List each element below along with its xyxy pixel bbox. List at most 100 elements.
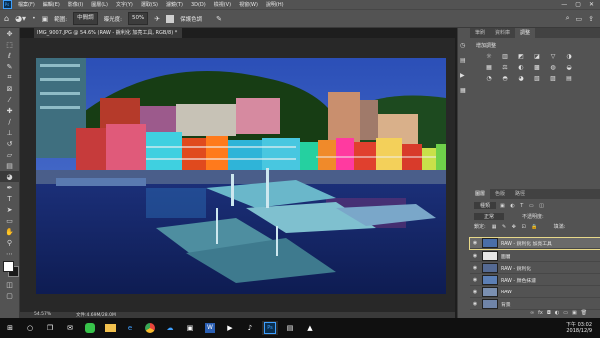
chrome-browser-icon[interactable] (142, 321, 158, 335)
layer-row[interactable]: ◉ 圖層 (470, 251, 600, 262)
dodge-tool-preset-icon[interactable]: ◕▾ (15, 14, 26, 23)
brush-settings-icon[interactable]: ▣ (42, 15, 49, 23)
tab-paths[interactable]: 路徑 (510, 189, 530, 199)
share-icon[interactable]: ⇪ (588, 15, 600, 23)
menu-window[interactable]: 視窗(W) (235, 1, 262, 8)
menu-edit[interactable]: 編輯(E) (39, 1, 64, 8)
filmstrip-app-icon[interactable]: ▤ (282, 321, 298, 335)
document-tab[interactable]: IMG_9007.JPG @ 54.6% (RAW - 銳利化 加亮工具, RG… (34, 28, 182, 38)
video-app-icon[interactable]: ▶ (222, 321, 238, 335)
shadows-highlights-icon[interactable]: ▨ (548, 74, 558, 82)
pressure-icon[interactable]: ✎ (216, 15, 222, 23)
history-brush-tool-icon[interactable]: ↺ (0, 138, 19, 149)
word-icon[interactable]: W (202, 321, 218, 335)
tab-libraries[interactable]: 資料庫 (490, 28, 515, 38)
new-group-icon[interactable]: ▭ (563, 310, 568, 316)
range-select[interactable]: 中間調 (73, 12, 98, 25)
mail-icon[interactable]: ✉ (62, 321, 78, 335)
path-select-tool-icon[interactable]: ➤ (0, 204, 19, 215)
vibrance-icon[interactable]: ▽ (548, 52, 558, 60)
layer-name[interactable]: RAW (501, 290, 512, 295)
blend-mode-select[interactable]: 正常 (474, 213, 505, 220)
layer-style-icon[interactable]: fx (538, 310, 543, 316)
airbrush-icon[interactable]: ✈ (154, 15, 160, 23)
canvas-image[interactable] (36, 58, 446, 294)
eye-icon[interactable]: ◉ (470, 240, 480, 246)
maximize-button[interactable]: ▢ (575, 1, 581, 8)
hdr-toning-icon[interactable]: ▤ (564, 74, 574, 82)
tab-adjustments[interactable]: 調整 (515, 28, 536, 38)
exposure-icon[interactable]: ◪ (532, 52, 542, 60)
shape-tool-icon[interactable]: ▭ (0, 215, 19, 226)
menu-help[interactable]: 說明(H) (262, 1, 288, 8)
sound-app-icon[interactable]: ♪ (242, 321, 258, 335)
layer-name[interactable]: RAW - 銳利化 加亮工具 (501, 240, 552, 247)
menu-image[interactable]: 影像(I) (64, 1, 87, 8)
color-swatches[interactable] (0, 259, 19, 279)
eye-icon[interactable]: ◉ (470, 301, 480, 307)
tab-layers[interactable]: 圖層 (470, 189, 491, 199)
lasso-tool-icon[interactable]: ℓ (0, 50, 19, 61)
zoom-level[interactable]: 54.57% (34, 312, 51, 317)
delete-layer-icon[interactable]: 🗑 (581, 310, 587, 316)
brush-tool-icon[interactable]: ∕ (0, 116, 19, 127)
add-mask-icon[interactable]: ◘ (547, 310, 551, 316)
foreground-color-swatch[interactable] (3, 261, 14, 272)
color-balance-icon[interactable]: ▦ (484, 63, 494, 71)
actions-panel-icon[interactable]: ▶ (460, 72, 468, 79)
new-layer-icon[interactable]: ▣ (572, 310, 577, 316)
eye-icon[interactable]: ◉ (470, 265, 480, 271)
layer-name[interactable]: 背景 (501, 301, 511, 308)
swatches-panel-icon[interactable]: ▦ (460, 87, 468, 94)
more-tools-icon[interactable]: ⋯ (0, 248, 19, 259)
system-clock[interactable]: 下午 03:02 2018/12/9 (566, 322, 600, 334)
marquee-tool-icon[interactable]: ⬚ (0, 39, 19, 50)
hue-saturation-icon[interactable]: ◑ (564, 52, 574, 60)
healing-brush-tool-icon[interactable]: ✚ (0, 105, 19, 116)
tab-channels[interactable]: 色版 (490, 189, 510, 199)
pen-tool-icon[interactable]: ✒ (0, 182, 19, 193)
gradient-map-icon[interactable]: ▧ (532, 74, 542, 82)
layer-row[interactable]: ◉ RAW - 顏色抹濾 (470, 275, 600, 286)
menu-select[interactable]: 選取(S) (137, 1, 162, 8)
levels-icon[interactable]: ▥ (500, 52, 510, 60)
clone-stamp-tool-icon[interactable]: ⊥ (0, 127, 19, 138)
curves-icon[interactable]: ◩ (516, 52, 526, 60)
layer-row[interactable]: ◉ RAW (470, 287, 600, 298)
channel-mixer-icon[interactable]: ▩ (532, 63, 542, 71)
workspace-icon[interactable]: ▭ (576, 15, 583, 23)
properties-panel-icon[interactable]: ▤ (460, 57, 468, 64)
eye-icon[interactable]: ◉ (470, 289, 480, 295)
exposure-input[interactable]: 50% (127, 12, 149, 25)
color-lookup-icon[interactable]: ◍ (548, 63, 558, 71)
onedrive-icon[interactable]: ☁ (162, 321, 178, 335)
gradient-tool-icon[interactable]: ▤ (0, 160, 19, 171)
posterize-icon[interactable]: ◔ (484, 74, 494, 82)
windows-start-icon[interactable]: ⊞ (2, 321, 18, 335)
search-icon[interactable]: ⌕ (566, 14, 570, 23)
layer-row[interactable]: ◉ RAW - 銳利化 加亮工具 (469, 237, 600, 250)
photo-filter-icon[interactable]: ◐ (516, 63, 526, 71)
search-icon[interactable]: ○ (22, 321, 38, 335)
photos-app-icon[interactable]: ▲ (302, 321, 318, 335)
quick-select-tool-icon[interactable]: ✎ (0, 61, 19, 72)
layer-name[interactable]: RAW - 顏色抹濾 (501, 277, 536, 284)
filter-icons[interactable]: ▣ ◐ T ▭ ◫ (500, 203, 546, 209)
layer-row[interactable]: ◉ 背景 (470, 299, 600, 310)
task-view-icon[interactable]: ❐ (42, 321, 58, 335)
photoshop-taskbar-icon[interactable]: Ps (262, 321, 278, 335)
move-tool-icon[interactable]: ✥ (0, 28, 19, 39)
menu-type[interactable]: 文字(Y) (112, 1, 137, 8)
eyedropper-tool-icon[interactable]: ⁄ (0, 94, 19, 105)
link-layers-icon[interactable]: ∞ (530, 310, 534, 316)
history-panel-icon[interactable]: ◷ (460, 42, 468, 49)
adjustment-layer-icon[interactable]: ◐ (555, 310, 559, 316)
edge-browser-icon[interactable]: e (122, 321, 138, 335)
layer-name[interactable]: 圖層 (501, 253, 511, 260)
tab-brush[interactable]: 筆刷 (470, 28, 490, 38)
frame-tool-icon[interactable]: ⊠ (0, 83, 19, 94)
minimize-button[interactable]: — (561, 1, 567, 8)
screen-mode-icon[interactable]: ▢ (0, 290, 19, 301)
crop-tool-icon[interactable]: ⌗ (0, 72, 19, 83)
dodge-tool-icon[interactable]: ◕ (0, 171, 19, 182)
